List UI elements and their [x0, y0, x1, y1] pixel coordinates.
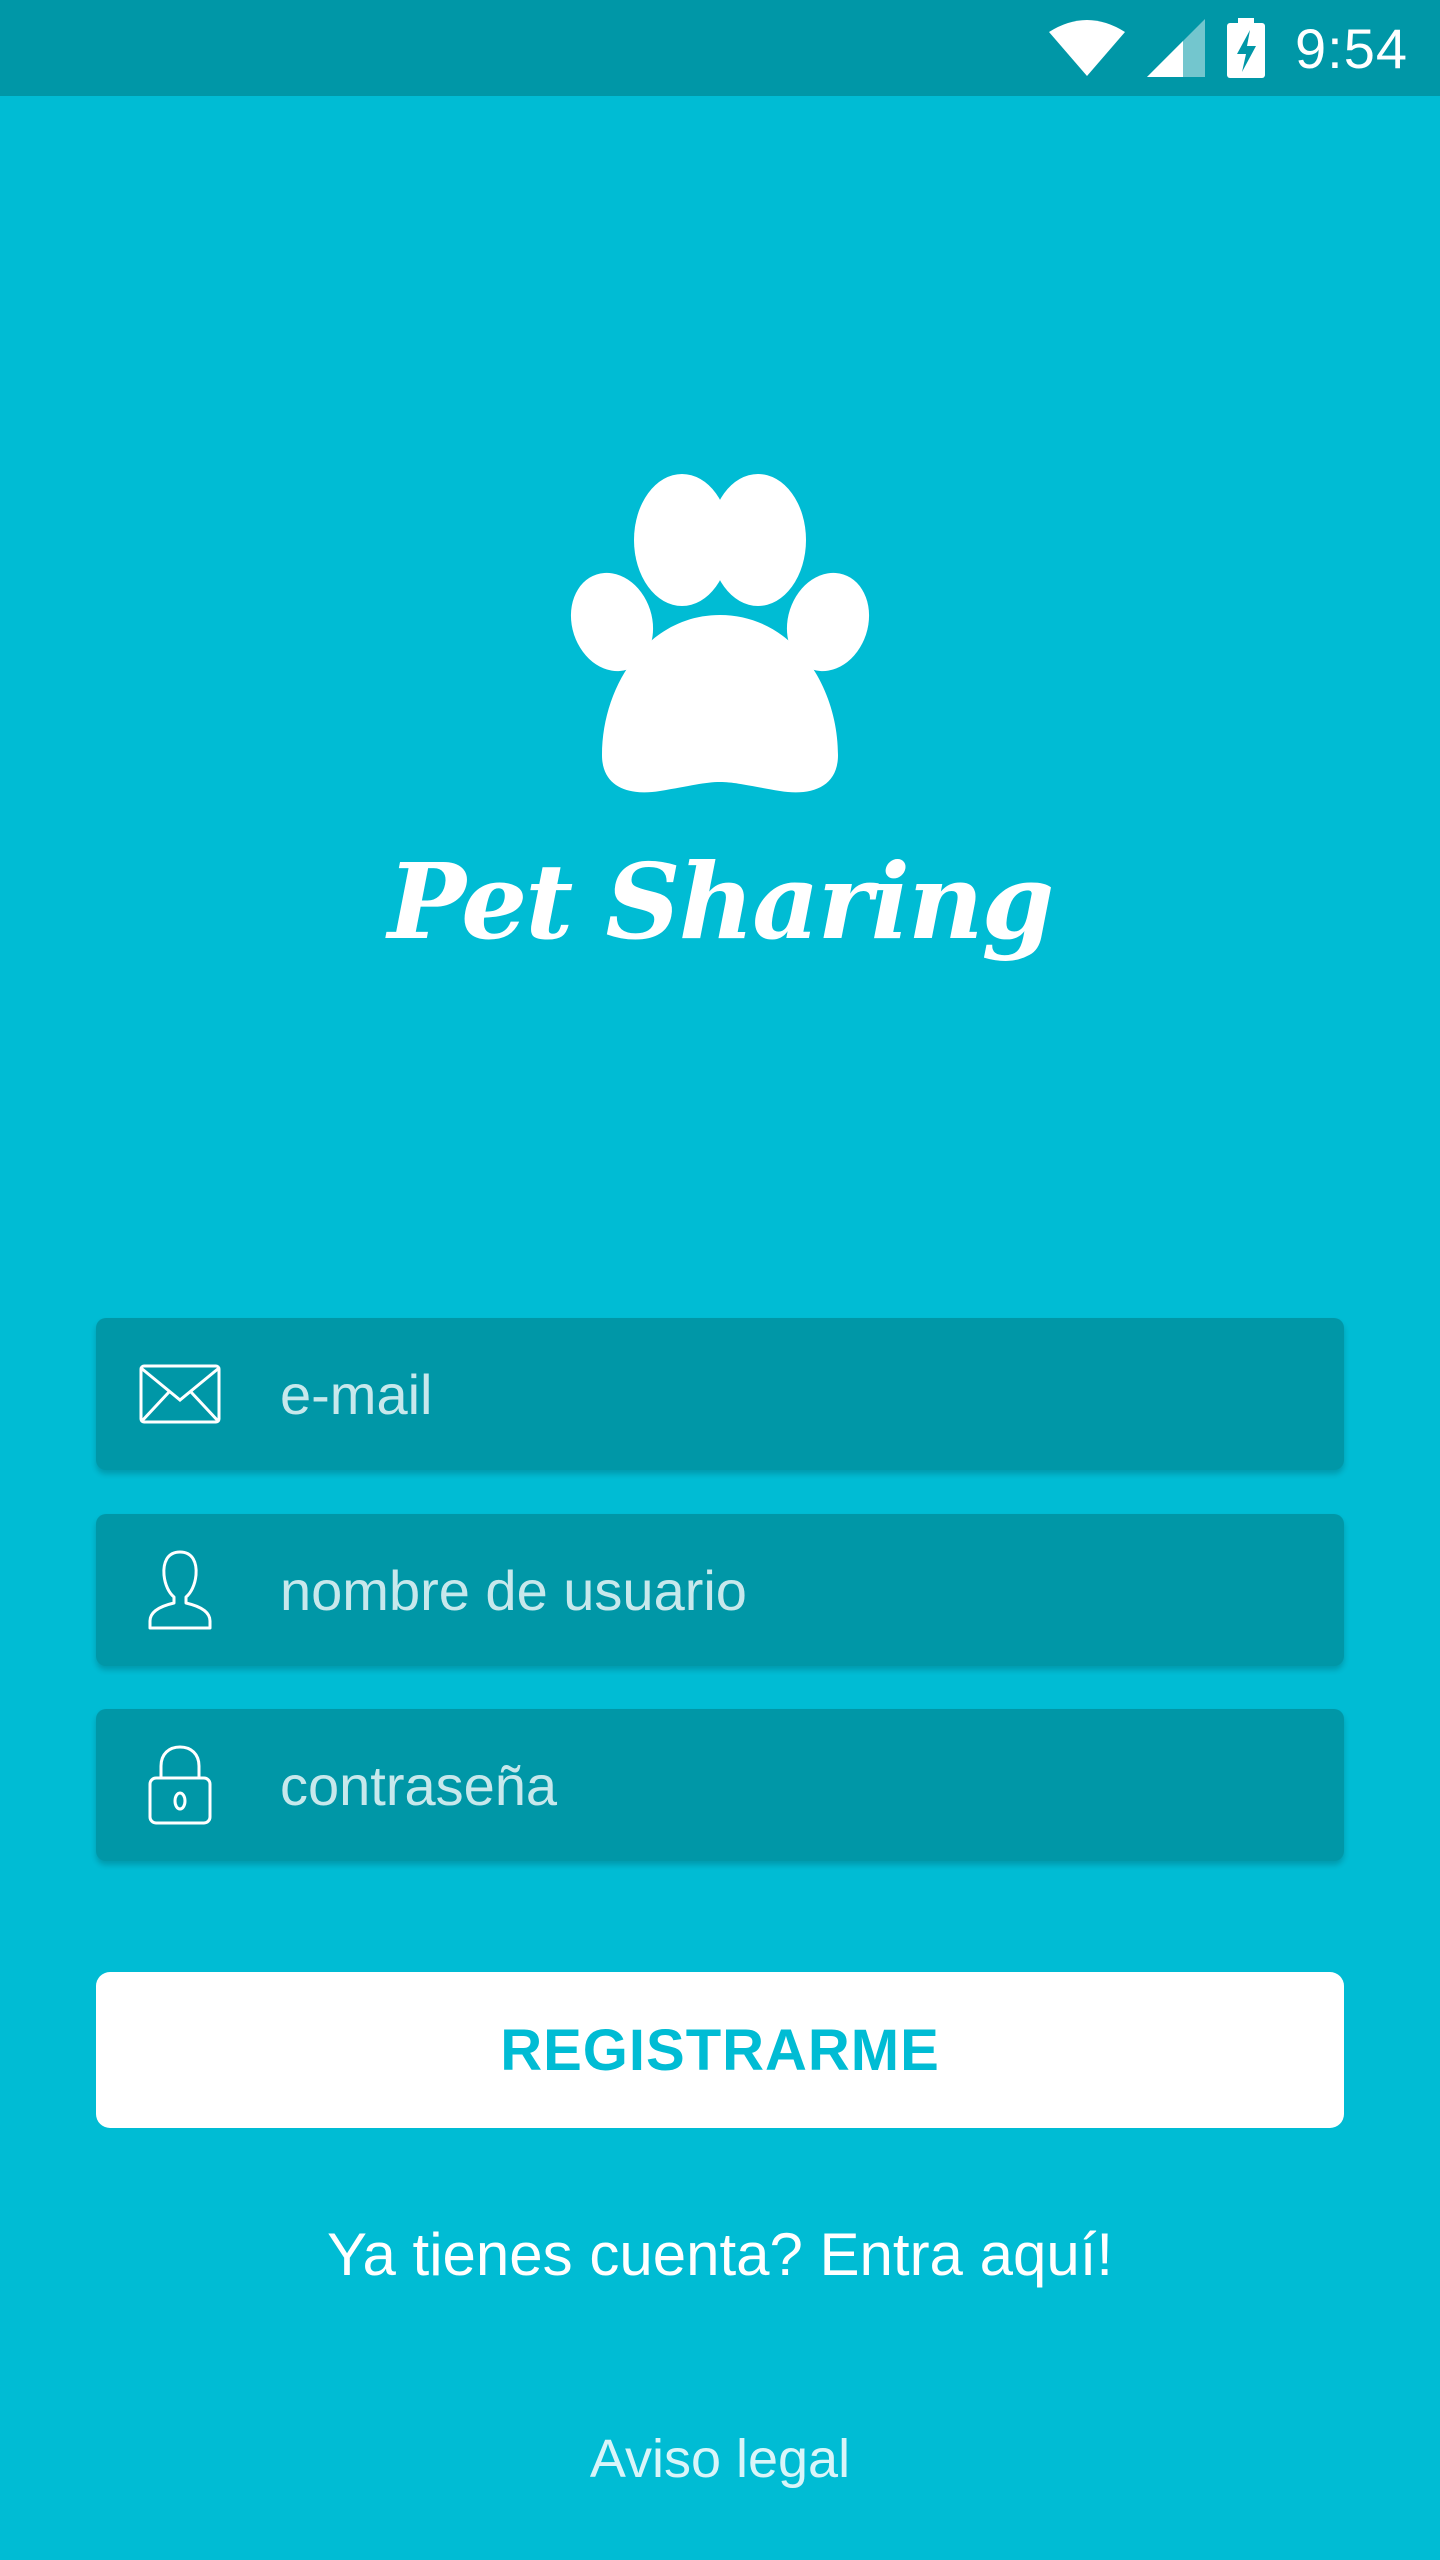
password-field[interactable] [96, 1709, 1344, 1861]
email-field[interactable] [96, 1318, 1344, 1470]
status-bar: 9:54 [0, 0, 1440, 96]
status-icons: 9:54 [1049, 0, 1408, 96]
legal-notice-link[interactable]: Aviso legal [0, 2428, 1440, 2490]
app-logo: Pet Sharing [0, 470, 1440, 954]
wifi-icon [1049, 20, 1125, 76]
cell-signal-icon [1147, 19, 1205, 77]
user-icon [136, 1546, 224, 1634]
paw-icon [530, 470, 910, 800]
lock-icon [136, 1741, 224, 1829]
password-input[interactable] [280, 1752, 1240, 1818]
envelope-icon [136, 1350, 224, 1438]
app-name: Pet Sharing [387, 840, 1055, 963]
username-input[interactable] [280, 1557, 1240, 1623]
username-field[interactable] [96, 1514, 1344, 1666]
register-button[interactable]: REGISTRARME [96, 1972, 1344, 2128]
login-link[interactable]: Ya tienes cuenta? Entra aquí! [0, 2220, 1440, 2289]
status-time: 9:54 [1295, 16, 1408, 80]
email-input[interactable] [280, 1361, 1240, 1427]
battery-charging-icon [1227, 18, 1265, 78]
